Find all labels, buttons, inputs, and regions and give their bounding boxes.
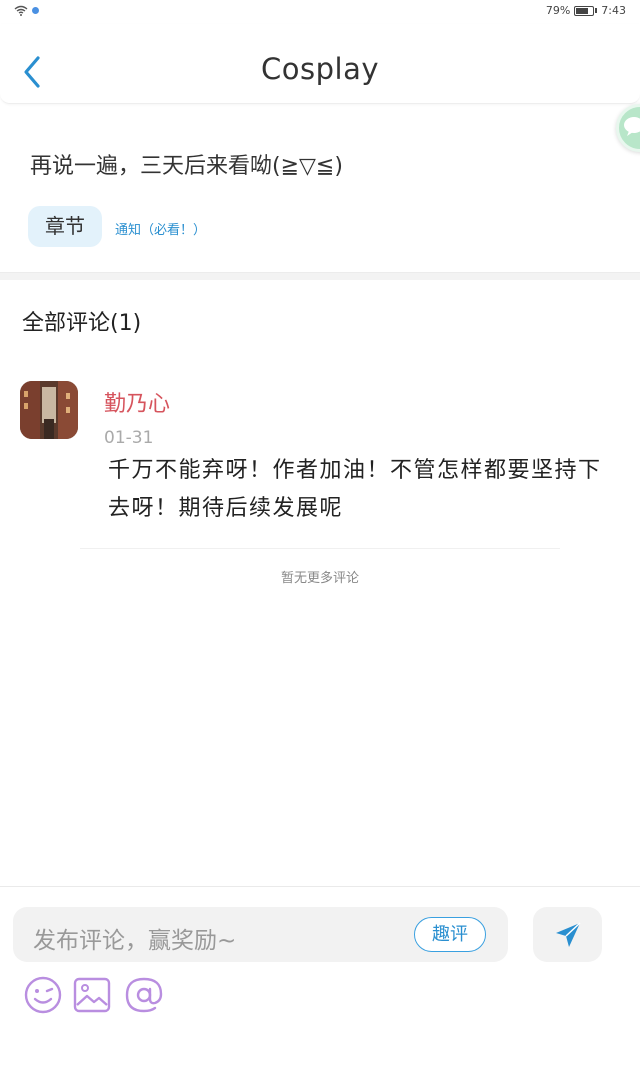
notice-link[interactable]: 通知（必看！） — [115, 219, 206, 238]
comment-body: 千万不能弃呀！作者加油！不管怎样都要坚持下去呀！期待后续发展呢 — [108, 458, 602, 521]
header: Cosplay — [0, 24, 640, 104]
comment-input[interactable]: 发布评论，赢奖励~ 趣评 — [13, 907, 508, 962]
chapter-update-text: 再说一遍，三天后来看呦(≧▽≦) — [30, 154, 343, 179]
fun-review-button[interactable]: 趣评 — [414, 917, 486, 952]
section-divider — [0, 272, 640, 280]
wifi-icon — [14, 5, 28, 16]
battery-percent: 79% — [545, 4, 571, 17]
floating-chat-button[interactable] — [616, 104, 640, 152]
comment-date: 01-31 — [104, 428, 154, 448]
image-icon[interactable] — [72, 975, 112, 1015]
avatar[interactable] — [20, 381, 78, 439]
avatar-image — [20, 381, 78, 439]
comment-divider — [80, 548, 560, 549]
battery-tip — [595, 8, 598, 13]
clock: 7:43 — [601, 4, 626, 17]
comments-heading: 全部评论(1) — [22, 311, 142, 336]
page-title: Cosplay — [261, 52, 379, 86]
status-right: 79% 7:43 — [546, 4, 626, 17]
no-more-comments: 暂无更多评论 — [280, 571, 359, 586]
comment-input-panel: 发布评论，赢奖励~ 趣评 — [0, 886, 640, 1067]
battery-icon — [574, 5, 595, 16]
comment-author[interactable]: 勤乃心 — [104, 386, 170, 418]
at-icon[interactable] — [124, 975, 164, 1015]
send-button[interactable] — [533, 907, 602, 962]
comment-input-placeholder: 发布评论，赢奖励~ — [33, 928, 237, 954]
send-icon — [556, 922, 581, 947]
app-indicator-icon — [32, 7, 39, 14]
status-bar: 79% 7:43 — [0, 0, 640, 24]
chapter-tag[interactable]: 章节 — [28, 206, 102, 247]
emoji-icon[interactable] — [23, 975, 63, 1015]
status-left — [14, 5, 39, 16]
chat-bubble-icon — [624, 117, 640, 136]
